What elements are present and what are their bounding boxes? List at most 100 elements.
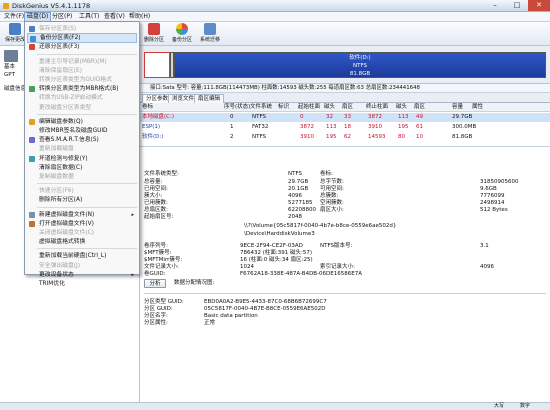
partition-block-c[interactable]	[144, 52, 170, 78]
table-cell-fs: FAT32	[252, 124, 269, 130]
table-header: 卷标 序号(状态) 文件系统 标识 起始柱面 磁头 扇区 终止柱面 磁头 扇区 …	[140, 103, 550, 112]
menu-item-30[interactable]: TRIM优化	[27, 279, 137, 289]
right_rows-key: 可用空间:	[320, 186, 344, 192]
menu-item-label: TRIM优化	[39, 281, 65, 287]
disk-info-label: 磁盘信息	[4, 86, 27, 92]
menu-item-25[interactable]: 虚拟磁盘格式转换	[27, 237, 137, 247]
guid-v: 05C5817F-0040-4B7E-B8CE-0559E6AE502D	[204, 306, 326, 312]
table-cell-cap: 29.7GB	[452, 114, 473, 120]
ntfs-k2: 索引记录大小:	[320, 264, 355, 270]
partition-d-size: 81.8GB	[349, 71, 371, 77]
table-cell-sc: 3910	[300, 134, 314, 140]
ntfs-k: 文件记录大小:	[144, 264, 179, 270]
table-cell-es: 49	[416, 114, 423, 120]
menu-separator	[37, 248, 137, 250]
menu-item-label: 清除扇区数据(C)	[39, 164, 83, 171]
tab-sector-editor[interactable]: 扇区编辑	[194, 94, 225, 103]
maximize-button[interactable]: □	[506, 0, 528, 11]
ntfs-v: 1024	[240, 264, 254, 270]
table-cell-fs: NTFS	[252, 114, 267, 120]
left_rows-key: 簇大小:	[144, 193, 163, 199]
close-button[interactable]: ✕	[528, 0, 550, 11]
ntfs-v: 16 (柱面:0 磁头:34 扇区:25)	[240, 257, 313, 263]
new-vdisk-icon	[29, 211, 35, 218]
left_rows-key: 总容量:	[144, 179, 163, 185]
right_rows-value: 9.6GB	[480, 186, 497, 192]
table-cell-sh: 32	[326, 114, 333, 120]
ntfs-k: 卷序列号:	[144, 243, 168, 249]
table-row[interactable]: 本地磁盘(C:) 0 NTFS 0 32 33 3872 113 49 29.7GB	[140, 113, 550, 122]
ntfs-k: $MFTMirr簇号:	[144, 257, 183, 263]
menu-item-label: 打开虚拟磁盘文件(V)	[39, 220, 94, 227]
guid-k: 分区类型 GUID:	[144, 299, 184, 305]
table-row[interactable]: ESP(1) 1 FAT32 3872 113 18 3910 195 61 300.0MB	[140, 123, 550, 132]
delete-partition-button[interactable]: 删除分区	[141, 23, 167, 45]
table-cell-eh: 80	[398, 134, 405, 140]
edit-params-icon	[29, 118, 35, 125]
menu-item-label: 重建主引导记录(MBR)(M)	[39, 58, 107, 65]
left_rows-value: 5277185	[288, 200, 313, 206]
partition-d-fs: NTFS	[352, 63, 368, 69]
minimize-button[interactable]: –	[484, 0, 506, 11]
system-migrate-label: 系统迁移	[199, 37, 220, 43]
volume-label-label: 卷标:	[320, 171, 333, 177]
menu-item-label: 安全弹出磁盘(J)	[39, 262, 81, 269]
table-cell-eh: 113	[398, 114, 409, 120]
table-cell-idx: 1	[230, 124, 234, 130]
menu-item-label: 快速分区(F6)	[39, 188, 74, 195]
delete-icon	[148, 23, 160, 35]
left_rows-value: 29.7GB	[288, 179, 309, 185]
divider	[144, 293, 546, 294]
ntfs-v: 786432 (柱面:391 磁头:57)	[240, 250, 312, 256]
partition-d-name: 软件(D:)	[349, 55, 371, 61]
menu-item-label: 查看S.M.A.R.T.信息(S)	[39, 137, 99, 144]
table-cell-ec: 3872	[368, 114, 382, 120]
menu-item-2[interactable]: 还原分区表(F3)	[27, 42, 137, 52]
ntfs-v2: 3.1	[480, 243, 489, 249]
guid-k: 分区名字:	[144, 313, 168, 319]
menu-item-label: 复制磁盘数据	[39, 174, 74, 180]
table-cell-es: 61	[416, 124, 423, 130]
table-cell-ss: 18	[344, 124, 351, 130]
table-cell-sh: 113	[326, 124, 337, 130]
table-cell-es: 10	[416, 134, 423, 140]
table-row[interactable]: 软件(D:) 2 NTFS 3910 195 62 14593 80 10 81.8GB	[140, 133, 550, 142]
system-migrate-button[interactable]: 系统迁移	[197, 23, 223, 45]
col-header: 终止柱面	[366, 104, 389, 110]
col-header: 标识	[278, 104, 290, 110]
backup-partition-button[interactable]: 备份分区	[169, 23, 195, 45]
menu-item-20[interactable]: 删除所有分区(A)	[27, 195, 137, 205]
ntfs-v: 9ECE-2F94-CE2F-03AD	[240, 243, 303, 249]
migrate-icon	[204, 23, 216, 35]
menu-item-label: 虚拟磁盘格式转换	[39, 239, 86, 246]
left_rows-value: 20.1GB	[288, 186, 309, 192]
col-header: 容量	[452, 104, 464, 110]
table-cell-name: ESP(1)	[142, 124, 161, 130]
table-cell-eh: 195	[398, 124, 409, 130]
analyze-button[interactable]: 分析	[144, 279, 166, 288]
menu-separator	[37, 113, 137, 115]
guid-v: 正常	[204, 320, 216, 326]
col-header: 扇区	[414, 104, 426, 110]
left_rows-key: 起始扇区号:	[144, 214, 174, 220]
table-cell-ss: 33	[344, 114, 351, 120]
left_rows-value: 62208800	[288, 207, 316, 213]
col-header: 磁头	[324, 104, 336, 110]
left_rows-key: 总扇区数:	[144, 207, 168, 213]
menu-item-9: 更改磁盘分区表类型	[27, 103, 137, 113]
menu-item-label: 还原分区表(F3)	[39, 44, 80, 51]
partition-block-d[interactable]: 软件(D:) NTFS 81.8GB	[174, 52, 546, 78]
app-logo-icon	[3, 3, 9, 9]
col-header: 起始柱面	[298, 104, 321, 110]
guid-k: 分区属性:	[144, 320, 168, 326]
menu-item-label: 保存分区表(S)	[39, 26, 77, 32]
col-header: 扇区	[342, 104, 354, 110]
device-path: \Device\HarddiskVolume3	[244, 231, 315, 237]
menu-file[interactable]: 文件(F)	[2, 12, 26, 22]
table-cell-cap: 81.8GB	[452, 134, 473, 140]
scan-icon	[29, 155, 35, 162]
col-header: 卷标	[142, 104, 154, 110]
table-cell-sc: 0	[300, 114, 304, 120]
partition-table: 卷标 序号(状态) 文件系统 标识 起始柱面 磁头 扇区 终止柱面 磁头 扇区 …	[140, 103, 550, 147]
caps-indicator: 大写	[494, 403, 505, 409]
